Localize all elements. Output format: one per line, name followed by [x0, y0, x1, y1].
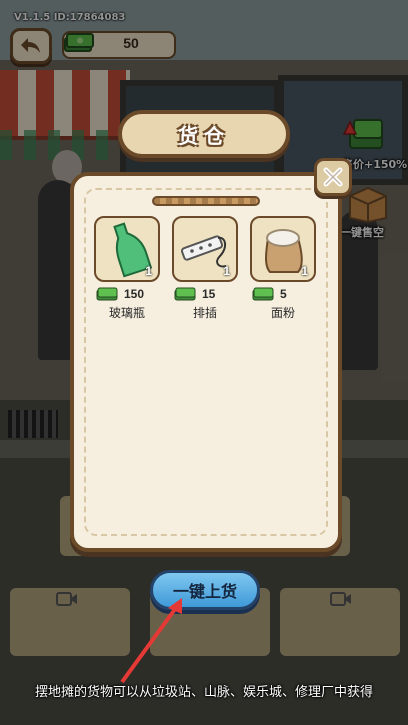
- tutorial-hint-text: 摆地摊的货物可以从垃圾站、山脉、娱乐城、修理厂中获得: [34, 685, 373, 700]
- cash-icon: [174, 287, 196, 301]
- rope-decoration: [152, 196, 260, 206]
- item-price: 15: [202, 287, 216, 301]
- video-ad-icon[interactable]: [56, 590, 78, 608]
- item-name: 玻璃瓶: [108, 306, 145, 320]
- close-icon: [323, 167, 343, 187]
- item-count: 1: [145, 264, 152, 278]
- warehouse-title: 货仓: [178, 123, 230, 148]
- warehouse-title-board: 货仓: [118, 110, 290, 158]
- inventory-item[interactable]: 1 5 面粉: [250, 216, 316, 321]
- warehouse-panel: 1 150 玻璃瓶 1 15 排插 1 5 面粉: [70, 172, 342, 552]
- item-name: 面粉: [270, 306, 295, 320]
- item-card[interactable]: 1: [172, 216, 238, 282]
- item-price: 5: [280, 287, 287, 301]
- item-card[interactable]: 1: [94, 216, 160, 282]
- video-ad-icon[interactable]: [330, 590, 352, 608]
- item-count: 1: [301, 264, 308, 278]
- item-name: 排插: [192, 306, 217, 320]
- item-card[interactable]: 1: [250, 216, 316, 282]
- one-click-shelve-button[interactable]: 一键上货: [150, 570, 260, 610]
- shelve-button-label: 一键上货: [172, 582, 237, 601]
- cash-icon: [96, 287, 118, 301]
- inventory-item[interactable]: 1 15 排插: [172, 216, 238, 321]
- item-price: 150: [124, 287, 145, 301]
- cash-icon: [252, 287, 274, 301]
- close-button[interactable]: [314, 158, 352, 196]
- inventory-item[interactable]: 1 150 玻璃瓶: [94, 216, 160, 321]
- item-count: 1: [223, 264, 230, 278]
